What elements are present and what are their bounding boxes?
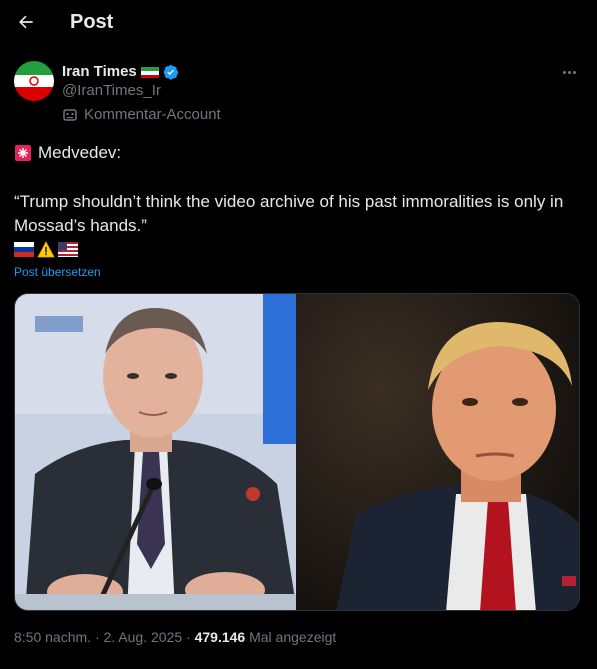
post-meta: 8:50 nachm. · 2. Aug. 2025 · 479.146 Mal… [14,629,336,645]
post-media[interactable] [14,293,580,611]
post-time[interactable]: 8:50 nachm. [14,629,91,645]
author-name-row[interactable]: Iran Times [62,63,179,80]
page-title: Post [70,11,114,33]
meta-separator: · [182,629,195,645]
robot-mask-icon [63,108,77,121]
post-date[interactable]: 2. Aug. 2025 [104,629,183,645]
account-label-row: Kommentar-Account [62,106,221,123]
author-name[interactable]: Iran Times [62,63,137,80]
post-quote: “Trump shouldn’t think the video archive… [14,192,564,235]
russia-flag-icon [14,242,34,257]
verified-badge-icon [163,64,178,80]
avatar[interactable] [14,61,54,101]
top-bar: Post [0,0,597,46]
account-label: Kommentar-Account [84,106,221,123]
more-dot [572,70,576,74]
emoji-row [14,241,78,258]
more-horizontal-icon [562,70,566,74]
warning-icon [37,241,55,258]
iran-flag-icon [140,66,159,78]
media-image-right[interactable] [296,294,579,610]
media-image-left[interactable] [15,294,296,610]
post-line-1: Medvedev: [14,143,121,163]
view-count: 479.146 [194,629,246,645]
view-count-label: Mal angezeigt [245,629,337,645]
arrow-left-icon [19,15,33,29]
author-handle[interactable]: @IranTimes_Ir [62,82,161,99]
more-dot [567,70,571,74]
translate-post-link[interactable]: Post übersetzen [14,265,101,279]
post-intro: Medvedev: [38,143,122,162]
back-button[interactable] [12,8,40,36]
more-options-button[interactable] [559,62,579,82]
meta-separator: · [91,629,104,645]
usa-flag-icon [58,242,78,257]
police-siren-icon [15,145,31,161]
